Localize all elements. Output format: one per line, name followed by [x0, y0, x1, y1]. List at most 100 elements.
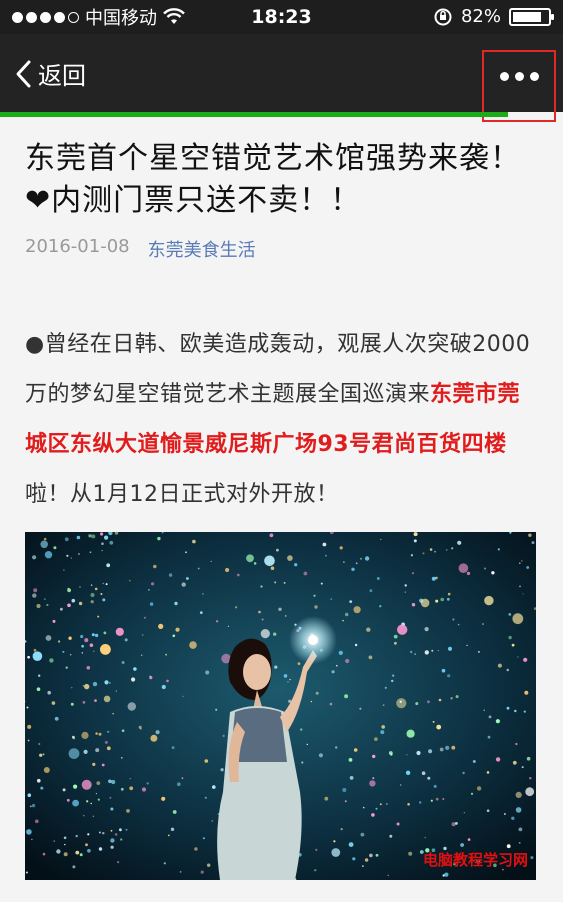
star-light [94, 699, 97, 702]
star-light [43, 537, 47, 541]
star-light [313, 594, 316, 597]
star-light [141, 634, 144, 636]
star-light [90, 592, 95, 598]
star-light [452, 618, 455, 621]
star-light [466, 644, 468, 647]
star-light [344, 694, 349, 699]
star-light [375, 853, 379, 857]
star-light [523, 657, 528, 662]
star-light [427, 700, 430, 704]
star-light [375, 807, 378, 810]
star-light [63, 836, 67, 840]
star-light [287, 681, 289, 683]
star-light [283, 674, 288, 678]
star-light [81, 731, 89, 739]
star-light [204, 796, 207, 799]
star-light [353, 606, 361, 614]
star-light [407, 803, 410, 806]
star-light [30, 805, 32, 808]
star-light [79, 586, 81, 588]
star-light [340, 828, 343, 831]
star-light [447, 674, 451, 678]
star-light [470, 792, 474, 795]
star-light [94, 587, 98, 591]
star-light [364, 556, 370, 561]
star-light [525, 787, 535, 797]
star-light [95, 732, 98, 735]
star-light [95, 748, 100, 753]
star-light [117, 861, 120, 864]
star-light [345, 612, 349, 617]
star-light [81, 779, 92, 790]
star-light [524, 690, 529, 695]
star-light [352, 857, 356, 861]
star-light [432, 720, 435, 723]
starry-room-image [25, 532, 536, 880]
star-light [27, 724, 32, 729]
star-light [333, 840, 336, 843]
star-light [171, 746, 175, 749]
star-light [31, 803, 36, 808]
star-light [342, 619, 344, 622]
star-light [455, 822, 458, 825]
star-light [362, 865, 364, 867]
star-light [56, 849, 61, 854]
star-light [161, 796, 166, 801]
star-light [315, 848, 318, 851]
star-light [106, 746, 111, 751]
star-light [274, 665, 278, 669]
star-light [109, 540, 114, 545]
article-photo[interactable]: 电脑教程学习网 [25, 532, 536, 880]
star-light [143, 616, 146, 619]
star-light [503, 813, 506, 815]
star-light [42, 753, 45, 756]
back-button[interactable]: 返回 [14, 56, 86, 91]
star-light [65, 666, 68, 669]
star-light [58, 640, 61, 643]
star-light [119, 828, 122, 832]
star-light [67, 603, 71, 608]
article-title: 东莞首个星空错觉艺术馆强势来袭！❤内测门票只送不卖！！ [25, 141, 521, 218]
star-light [129, 579, 131, 582]
star-light [517, 656, 519, 658]
star-light [391, 679, 394, 683]
star-light [306, 743, 308, 746]
star-light [79, 853, 83, 857]
star-light [460, 843, 464, 847]
star-light [95, 793, 97, 795]
star-light [400, 784, 402, 786]
star-light [434, 550, 436, 553]
star-light [519, 562, 521, 564]
star-light [149, 675, 151, 677]
star-light [89, 643, 94, 647]
star-light [388, 751, 393, 755]
star-light [103, 631, 107, 635]
star-light [75, 834, 78, 838]
star-light [487, 735, 491, 739]
star-light [424, 650, 429, 655]
star-light [110, 845, 114, 849]
star-light [451, 822, 456, 827]
star-light [38, 674, 41, 677]
star-light [410, 554, 413, 557]
star-light [73, 737, 75, 740]
account-name-link[interactable]: 东莞美食生活 [148, 236, 256, 262]
star-light [339, 546, 343, 550]
star-light [382, 704, 385, 706]
star-light [107, 730, 110, 733]
star-light [98, 831, 101, 834]
star-light [27, 793, 32, 797]
star-light [522, 593, 524, 595]
star-light [121, 757, 123, 759]
star-light [181, 777, 184, 779]
star-light [439, 747, 444, 752]
star-light [344, 800, 347, 803]
star-light [336, 664, 338, 667]
star-light [97, 798, 100, 801]
star-light [511, 643, 515, 647]
star-light [345, 658, 350, 664]
star-light [331, 670, 335, 674]
star-light [32, 555, 37, 560]
star-light [68, 636, 72, 640]
star-light [33, 588, 38, 593]
